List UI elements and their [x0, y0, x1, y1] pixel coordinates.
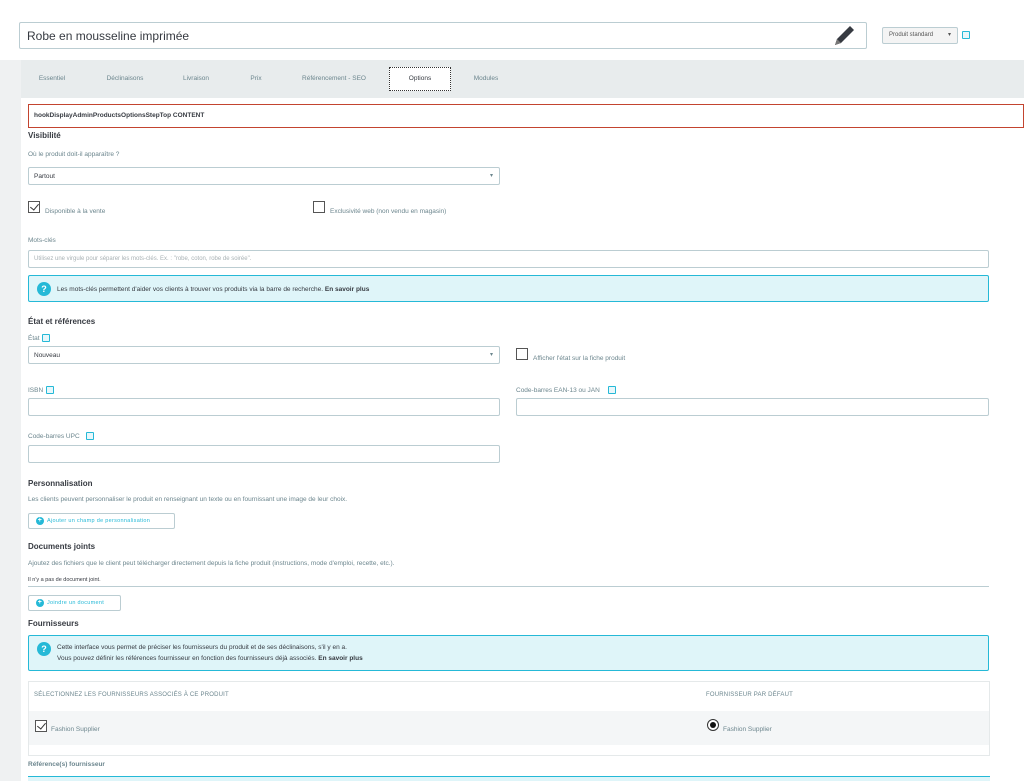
help-icon[interactable]	[962, 31, 970, 39]
product-type-select[interactable]: Produit standard ▾	[882, 27, 958, 44]
keywords-placeholder: Utilisez une virgule pour séparer les mo…	[34, 256, 252, 262]
tab-label: Déclinaisons	[106, 75, 144, 82]
web-only-checkbox[interactable]	[313, 201, 325, 213]
keywords-info-text: Les mots-clés permettent d'aider vos cli…	[57, 286, 369, 293]
help-icon[interactable]	[46, 386, 54, 394]
customization-description: Les clients peuvent personnaliser le pro…	[28, 496, 348, 503]
tab-label: Essentiel	[38, 75, 66, 82]
state-label: État	[28, 335, 40, 342]
upc-input[interactable]	[28, 445, 500, 463]
tab-essentiel[interactable]: Essentiel	[29, 68, 75, 90]
tab-declinaisons[interactable]: Déclinaisons	[97, 68, 153, 90]
product-header: Robe en mousseline imprimée Produit stan…	[0, 0, 1024, 60]
help-icon[interactable]	[42, 334, 50, 342]
question-icon: ?	[37, 282, 51, 296]
show-state-label: Afficher l'état sur la fiche produit	[533, 355, 626, 362]
pencil-icon[interactable]	[829, 21, 859, 51]
tab-label: Prix	[250, 75, 262, 82]
product-name-input[interactable]: Robe en mousseline imprimée	[19, 22, 867, 49]
add-customization-button[interactable]: + Ajouter un champ de personnalisation	[28, 513, 175, 529]
suppliers-info-line1: Cette interface vous permet de préciser …	[57, 644, 347, 651]
supplier-name: Fashion Supplier	[51, 726, 100, 733]
suppliers-info-line2: Vous pouvez définir les références fourn…	[57, 655, 363, 662]
tab-label: Livraison	[182, 75, 209, 82]
plus-icon: +	[36, 599, 44, 607]
suppliers-info-message: Vous pouvez définir les références fourn…	[57, 655, 317, 662]
chevron-down-icon: ▾	[489, 352, 493, 358]
tab-seo[interactable]: Référencement - SEO	[293, 68, 375, 90]
plus-icon: +	[36, 517, 44, 525]
visibility-title: Visibilité	[28, 131, 61, 140]
show-state-checkbox[interactable]	[516, 348, 528, 360]
learn-more-link[interactable]: En savoir plus	[318, 655, 362, 662]
suppliers-title: Fournisseurs	[28, 619, 79, 628]
column-header-select: SÉLECTIONNEZ LES FOURNISSEURS ASSOCIÉS À…	[34, 692, 229, 698]
question-icon: ?	[37, 642, 51, 656]
help-icon[interactable]	[86, 432, 94, 440]
state-select[interactable]: Nouveau ▾	[28, 346, 500, 364]
tab-label: Modules	[473, 75, 499, 82]
suppliers-info-box: ? Cette interface vous permet de précise…	[28, 635, 989, 671]
supplier-checkbox[interactable]	[35, 720, 47, 732]
attach-document-label: Joindre un document	[47, 600, 105, 606]
default-supplier-name: Fashion Supplier	[723, 726, 772, 733]
condition-title: État et références	[28, 317, 96, 326]
default-supplier-radio[interactable]	[707, 719, 719, 731]
learn-more-link[interactable]: En savoir plus	[325, 286, 369, 293]
tab-livraison[interactable]: Livraison	[173, 68, 219, 90]
add-customization-label: Ajouter un champ de personnalisation	[47, 518, 151, 524]
attachments-empty: Il n'y a pas de document joint.	[28, 577, 101, 583]
upc-label: Code-barres UPC	[28, 433, 80, 440]
attachments-description: Ajoutez des fichiers que le client peut …	[28, 560, 395, 567]
table-row: Fashion Supplier Fashion Supplier	[29, 711, 989, 745]
chevron-down-icon: ▾	[947, 32, 951, 38]
tab-bar: Essentiel Déclinaisons Livraison Prix Ré…	[21, 60, 1024, 98]
suppliers-table: SÉLECTIONNEZ LES FOURNISSEURS ASSOCIÉS À…	[28, 681, 990, 756]
visibility-value: Partout	[34, 173, 55, 180]
tab-label: Options	[408, 75, 432, 82]
hook-text: hookDisplayAdminProductsOptionsStepTop C…	[34, 112, 205, 119]
left-gutter	[0, 98, 21, 781]
attach-document-button[interactable]: + Joindre un document	[28, 595, 121, 611]
available-checkbox[interactable]	[28, 201, 40, 213]
visibility-select[interactable]: Partout ▾	[28, 167, 500, 185]
tab-prix[interactable]: Prix	[243, 68, 269, 90]
supplier-references-title: Référence(s) fournisseur	[28, 761, 105, 768]
keywords-info-box: ? Les mots-clés permettent d'aider vos c…	[28, 275, 989, 302]
keywords-input[interactable]: Utilisez une virgule pour séparer les mo…	[28, 250, 989, 268]
column-header-default: FOURNISSEUR PAR DÉFAUT	[706, 692, 793, 698]
state-value: Nouveau	[34, 352, 61, 359]
isbn-label: ISBN	[28, 387, 44, 394]
tab-modules[interactable]: Modules	[463, 68, 509, 90]
chevron-down-icon: ▾	[489, 173, 493, 179]
tab-label: Référencement - SEO	[302, 75, 366, 82]
keywords-label: Mots-clés	[28, 237, 56, 244]
tab-options[interactable]: Options	[389, 67, 451, 91]
product-type-value: Produit standard	[889, 32, 934, 38]
ean-label: Code-barres EAN-13 ou JAN	[516, 387, 600, 394]
web-only-label: Exclusivité web (non vendu en magasin)	[330, 208, 447, 215]
help-icon[interactable]	[608, 386, 616, 394]
hook-content-box: hookDisplayAdminProductsOptionsStepTop C…	[28, 104, 1024, 128]
available-label: Disponible à la vente	[45, 208, 106, 215]
customization-title: Personnalisation	[28, 479, 93, 488]
visibility-question: Où le produit doit-il apparaître ?	[28, 151, 120, 158]
ean-input[interactable]	[516, 398, 989, 416]
divider	[28, 586, 989, 587]
supplier-references-info-box	[28, 776, 990, 781]
isbn-input[interactable]	[28, 398, 500, 416]
attachments-title: Documents joints	[28, 542, 96, 551]
keywords-info-message: Les mots-clés permettent d'aider vos cli…	[57, 286, 324, 293]
product-name-value: Robe en mousseline imprimée	[27, 29, 190, 43]
